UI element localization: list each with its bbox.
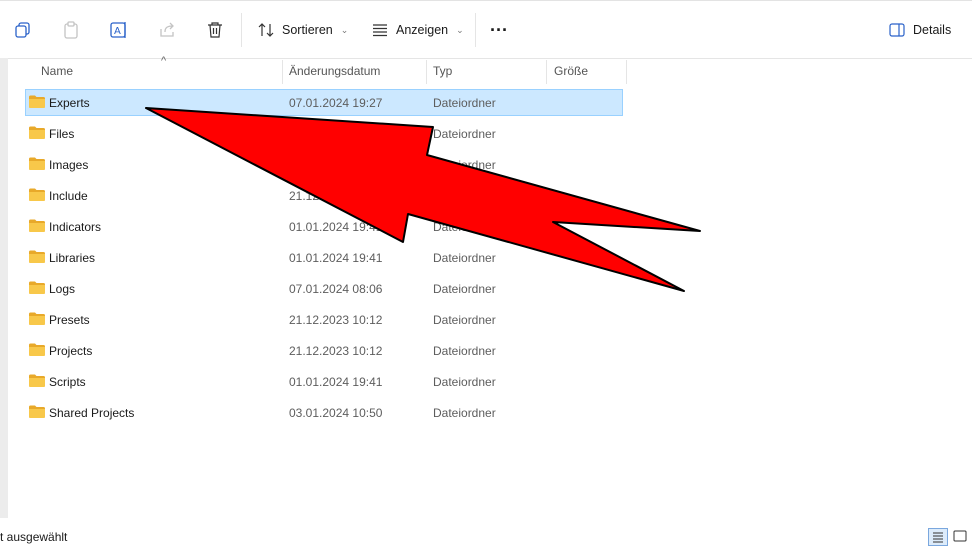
selection-status: t ausgewählt [0, 530, 68, 544]
file-name: Indicators [49, 220, 102, 234]
file-name: Presets [49, 313, 90, 327]
column-divider[interactable] [626, 60, 627, 84]
file-date: 01.01.2024 19:41 [289, 375, 383, 389]
folder-icon [29, 374, 45, 387]
sort-icon [258, 23, 274, 37]
rename-icon: A [110, 22, 126, 38]
column-header: ^ Name Änderungsdatum Typ Größe [8, 55, 972, 84]
details-label: Details [913, 23, 952, 37]
folder-icon [29, 250, 45, 263]
copy-icon [15, 22, 30, 38]
folder-icon [29, 312, 45, 325]
more-button[interactable]: ··· [490, 15, 508, 45]
folder-icon [29, 281, 45, 294]
table-row[interactable]: Projects 21.12.2023 10:12 Dateiordner [25, 337, 623, 368]
table-row[interactable]: Libraries 01.01.2024 19:41 Dateiordner [25, 244, 623, 275]
file-type: Dateiordner [433, 375, 496, 389]
rename-button[interactable]: A [109, 15, 129, 45]
column-divider[interactable] [426, 60, 427, 84]
toolbar-separator [241, 13, 242, 47]
file-name: Projects [49, 344, 93, 358]
sort-ascending-icon: ^ [161, 55, 167, 67]
file-date: 07.01.2024 08:06 [289, 282, 383, 296]
view-icon [373, 24, 387, 37]
file-name: Scripts [49, 375, 86, 389]
file-type: Dateiordner [433, 251, 496, 265]
folder-icon [29, 157, 45, 170]
details-view-icon [933, 532, 943, 543]
table-row[interactable]: Include 21.12. [25, 182, 623, 213]
folder-icon [29, 95, 45, 108]
file-type: Dateiordner [433, 344, 496, 358]
file-type: Dateiordner [433, 313, 496, 327]
sort-button[interactable]: Sortieren ⌄ [258, 15, 348, 45]
chevron-down-icon: ⌄ [456, 24, 464, 35]
tiles-view-button[interactable] [951, 528, 969, 544]
table-row[interactable]: Logs 07.01.2024 08:06 Dateiordner [25, 275, 623, 306]
file-name: Images [49, 158, 89, 172]
details-view-button[interactable] [928, 528, 948, 546]
file-date: 21.12.2023 10:12 [289, 344, 383, 358]
paste-icon [64, 21, 78, 39]
column-divider[interactable] [282, 60, 283, 84]
file-type: Dateiordner [433, 127, 496, 141]
table-row[interactable]: Experts 07.01.2024 19:27 Dateiordner [25, 89, 623, 120]
view-label: Anzeigen [396, 23, 449, 37]
copy-button[interactable] [14, 15, 32, 45]
details-pane-icon [889, 23, 905, 37]
table-row[interactable]: Images Dateiordner [25, 151, 623, 182]
file-date: 01.01.2024 19:41 [289, 220, 383, 234]
column-type[interactable]: Typ [433, 64, 452, 78]
column-size[interactable]: Größe [554, 64, 588, 78]
file-date: 21.12. [289, 189, 323, 203]
toolbar-separator [475, 13, 476, 47]
table-row[interactable]: Files Dateiordner [25, 120, 623, 151]
svg-text:A: A [114, 26, 121, 37]
file-name: Files [49, 127, 75, 141]
table-row[interactable]: Indicators 01.01.2024 19:41 Dateiordner [25, 213, 623, 244]
file-name: Include [49, 189, 88, 203]
file-type: Dateiordner [433, 220, 496, 234]
chevron-down-icon: ⌄ [340, 24, 349, 35]
folder-icon [29, 126, 45, 139]
file-date: 07.01.2024 19:27 [289, 96, 383, 110]
file-list: Experts 07.01.2024 19:27 Dateiordner Fil… [25, 89, 623, 430]
tiles-view-icon [953, 530, 967, 542]
file-type: Dateiordner [433, 96, 496, 110]
folder-icon [29, 405, 45, 418]
column-name[interactable]: Name [41, 64, 73, 78]
table-row[interactable]: Scripts 01.01.2024 19:41 Dateiordner [25, 368, 623, 399]
folder-icon [29, 343, 45, 356]
paste-button[interactable] [62, 15, 80, 45]
delete-button[interactable] [206, 15, 224, 45]
sort-label: Sortieren [282, 23, 333, 37]
file-date: 03.01.2024 10:50 [289, 406, 383, 420]
share-icon [160, 22, 174, 37]
file-name: Libraries [49, 251, 96, 265]
share-button[interactable] [158, 15, 176, 45]
file-name: Shared Projects [49, 406, 135, 420]
file-date: 21.12.2023 10:12 [289, 313, 383, 327]
file-type: Dateiordner [433, 282, 496, 296]
file-type: Dateiordner [433, 406, 496, 420]
file-name: Experts [49, 96, 90, 110]
view-button[interactable]: Anzeigen ⌄ [372, 15, 464, 45]
folder-icon [29, 188, 45, 201]
folder-icon [29, 219, 45, 232]
delete-icon [208, 22, 222, 38]
table-row[interactable]: Shared Projects 03.01.2024 10:50 Dateior… [25, 399, 623, 430]
file-name: Logs [49, 282, 76, 296]
more-icon: ··· [490, 19, 508, 40]
column-date[interactable]: Änderungsdatum [289, 64, 380, 78]
status-bar: t ausgewählt [0, 518, 972, 546]
column-divider[interactable] [546, 60, 547, 84]
file-date: 01.01.2024 19:41 [289, 251, 383, 265]
navigation-pane-edge[interactable] [0, 58, 8, 518]
file-type: Dateiordner [433, 158, 496, 172]
table-row[interactable]: Presets 21.12.2023 10:12 Dateiordner [25, 306, 623, 337]
details-pane-button[interactable]: Details [889, 15, 951, 45]
command-bar: A Sortieren ⌄ Anzeigen ⌄ ··· Details [0, 1, 972, 59]
